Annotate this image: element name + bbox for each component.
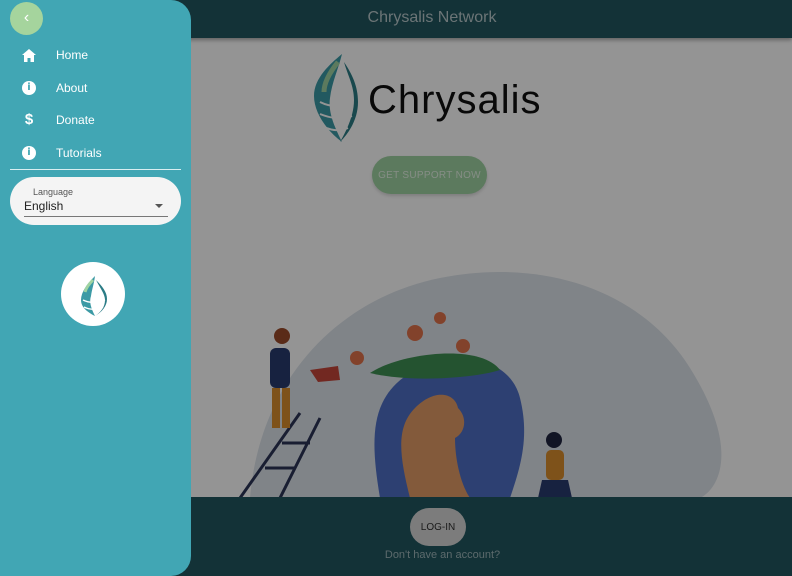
nav-label: Home — [56, 48, 89, 63]
info-icon: i — [21, 80, 37, 96]
dropdown-arrow-icon — [155, 204, 163, 208]
drawer-logo — [61, 262, 125, 326]
dollar-icon: $ — [24, 111, 34, 129]
select-underline — [24, 216, 168, 217]
nav-label: Tutorials — [56, 145, 102, 160]
nav-item-tutorials[interactable]: i Tutorials — [0, 137, 191, 170]
nav-item-home[interactable]: Home — [0, 39, 191, 72]
drawer-nav: Home i About $ Donate i Tutorials — [0, 39, 191, 169]
chrysalis-leaf-icon — [81, 276, 107, 316]
drawer-divider — [10, 169, 181, 170]
info-icon: i — [21, 145, 37, 161]
nav-label: Donate — [56, 113, 95, 128]
language-label: Language — [33, 187, 74, 197]
nav-item-about[interactable]: i About — [0, 72, 191, 105]
nav-label: About — [56, 80, 88, 95]
nav-item-donate[interactable]: $ Donate — [0, 104, 191, 137]
language-select[interactable]: Language English — [10, 177, 181, 225]
language-value: English — [24, 199, 64, 213]
chevron-left-icon[interactable]: ‹ — [10, 2, 43, 35]
navigation-drawer: ‹ Home i About $ Donate i Tutorials Lang… — [0, 0, 191, 576]
home-icon — [21, 47, 37, 63]
